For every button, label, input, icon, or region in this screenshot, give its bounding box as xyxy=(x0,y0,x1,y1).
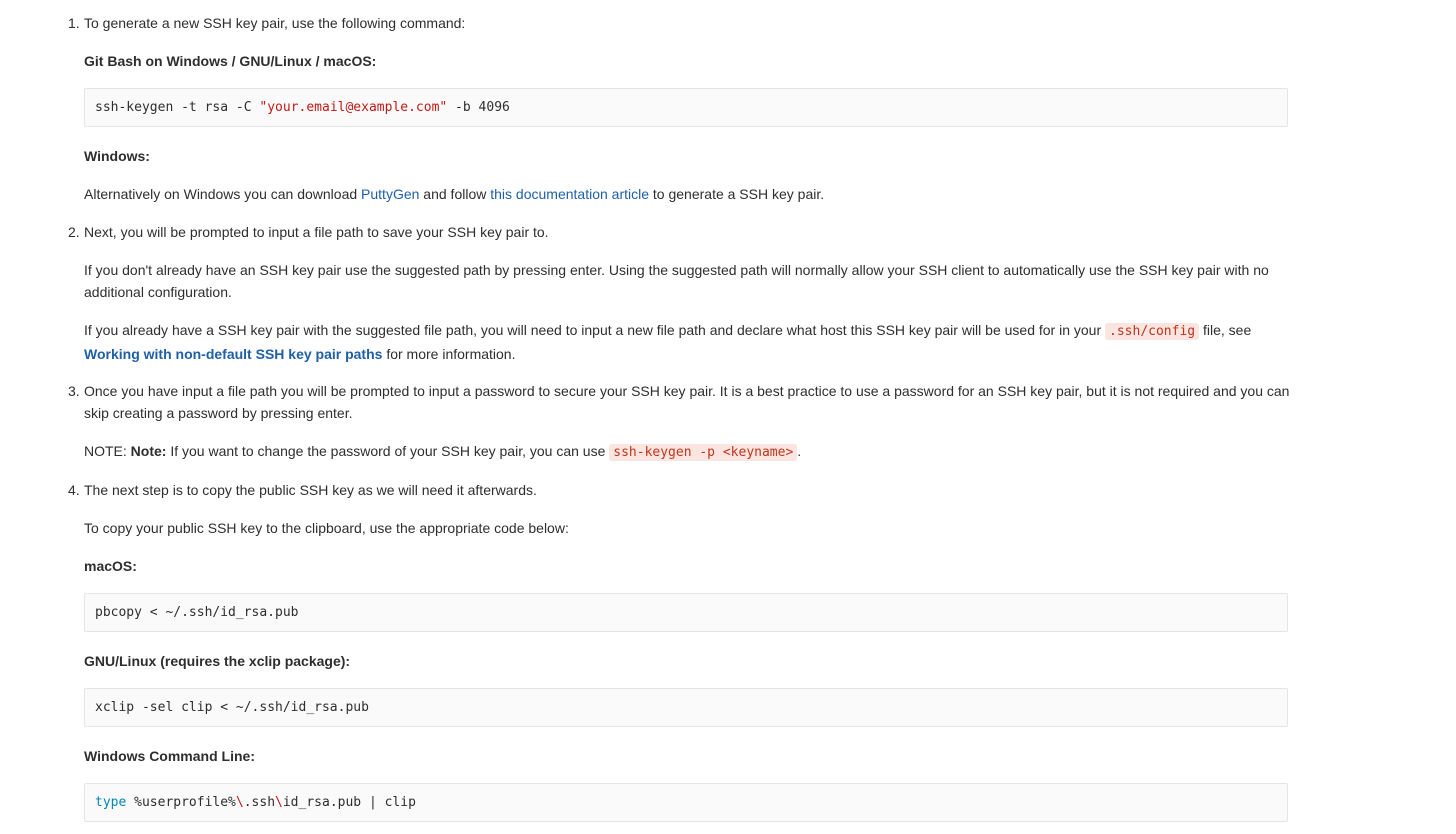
code-flag-c: -C xyxy=(235,100,260,115)
note-bold-label: Note: xyxy=(130,443,167,459)
windows-heading: Windows: xyxy=(84,148,150,164)
step-number-3: 3. xyxy=(68,383,80,399)
win-code-keyword: type xyxy=(95,795,127,810)
code-flag-b: -b xyxy=(447,100,471,115)
step-3-intro: Once you have input a file path you will… xyxy=(84,383,1290,421)
step-number-2: 2. xyxy=(68,224,80,240)
para2-text-a: If you already have a SSH key pair with … xyxy=(84,322,1106,338)
linux-code-block[interactable]: xclip -sel clip < ~/.ssh/id_rsa.pub xyxy=(84,688,1288,727)
win-code-b: .ssh xyxy=(243,795,276,810)
code-email-string: "your.email@example.com" xyxy=(259,100,448,115)
win-code-backslash-2: \ xyxy=(275,795,283,810)
windows-text-c: to generate a SSH key pair. xyxy=(649,186,825,202)
step-2-intro: Next, you will be prompted to input a fi… xyxy=(84,224,549,240)
step-1-intro: To generate a new SSH key pair, use the … xyxy=(84,15,466,31)
step-4-paragraph-1: To copy your public SSH key to the clipb… xyxy=(84,520,569,536)
step-2-paragraph-2: If you already have a SSH key pair with … xyxy=(84,319,1290,366)
code-flag-t: -t xyxy=(173,100,197,115)
note-text: If you want to change the password of yo… xyxy=(166,443,610,459)
documentation-content: 1. To generate a new SSH key pair, use t… xyxy=(0,0,1456,834)
ssh-keygen-p-inline-code: ssh-keygen -p <keyname> xyxy=(609,444,798,461)
linux-code-cmd: xclip xyxy=(95,700,135,715)
step-2-paragraph-1: If you don't already have an SSH key pai… xyxy=(84,262,1269,300)
note-prefix: NOTE: xyxy=(84,443,131,459)
win-code-c: id_rsa.pub | clip xyxy=(282,795,416,810)
win-code-backslash-1: \ xyxy=(235,795,244,810)
windows-cmd-heading: Windows Command Line: xyxy=(84,748,255,764)
puttygen-link[interactable]: PuttyGen xyxy=(361,186,419,202)
win-code-a: %userprofile% xyxy=(126,795,236,810)
windows-text-b: and follow xyxy=(419,186,491,202)
code-arg-b: 4096 xyxy=(470,100,510,115)
para2-text-b: file, see xyxy=(1199,322,1252,338)
ssh-config-inline-code: .ssh/config xyxy=(1105,323,1200,340)
macos-code-block[interactable]: pbcopy < ~/.ssh/id_rsa.pub xyxy=(84,593,1288,632)
windows-paragraph: Alternatively on Windows you can downloa… xyxy=(84,184,1290,204)
para2-text-c: for more information. xyxy=(382,346,516,362)
linux-heading: GNU/Linux (requires the xclip package): xyxy=(84,653,351,669)
ssh-keygen-code-block[interactable]: ssh-keygen -t rsa -C "your.email@example… xyxy=(84,88,1288,127)
step-number-4: 4. xyxy=(68,482,80,498)
code-arg-t: rsa xyxy=(196,100,236,115)
note-end: . xyxy=(797,443,802,459)
non-default-ssh-key-paths-link[interactable]: Working with non-default SSH key pair pa… xyxy=(84,346,382,362)
windows-cmd-code-block[interactable]: type %userprofile%\.ssh\id_rsa.pub | cli… xyxy=(84,783,1288,822)
step-4-intro: The next step is to copy the public SSH … xyxy=(84,482,537,498)
note-paragraph: NOTE: Note: If you want to change the pa… xyxy=(84,441,1290,463)
macos-heading: macOS: xyxy=(84,558,137,574)
linux-code-args: -sel clip < ~/.ssh/id_rsa.pub xyxy=(134,700,369,715)
documentation-article-link[interactable]: this documentation article xyxy=(490,186,649,202)
code-cmd: ssh-keygen xyxy=(95,100,174,115)
git-bash-heading: Git Bash on Windows / GNU/Linux / macOS: xyxy=(84,53,377,69)
windows-text-a: Alternatively on Windows you can downloa… xyxy=(84,186,362,202)
step-number-1: 1. xyxy=(68,15,80,31)
